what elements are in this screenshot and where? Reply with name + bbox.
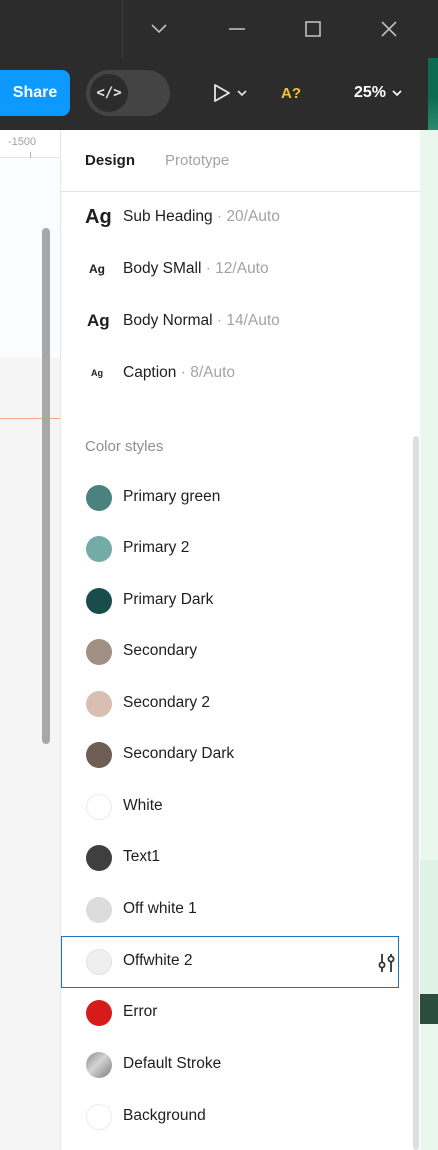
color-swatch [86, 485, 112, 511]
text-style-icon: Ag [91, 368, 103, 378]
present-button[interactable] [200, 70, 260, 116]
text-check-button[interactable]: A? [268, 70, 314, 116]
color-style-name: Secondary 2 [123, 694, 211, 711]
color-style-item[interactable]: Primary green [61, 472, 421, 524]
text-style-meta: · 12/Auto [201, 260, 269, 277]
panel-scrollbar[interactable] [413, 436, 419, 1150]
text-style-icon: Ag [89, 262, 105, 276]
color-swatch [86, 1052, 112, 1078]
color-style-name: Background [123, 1107, 206, 1124]
color-style-item[interactable]: Text1 [61, 832, 421, 884]
color-style-item[interactable]: Primary Dark [61, 575, 421, 627]
color-swatch [86, 588, 112, 614]
text-style-name: Caption [123, 364, 177, 381]
canvas-edge-band [420, 994, 438, 1024]
tab-prototype[interactable]: Prototype [165, 152, 229, 169]
color-style-item[interactable]: Off white 1 [61, 884, 421, 936]
color-style-item[interactable]: Secondary 2 [61, 678, 421, 730]
text-style-name: Body Normal [123, 312, 213, 329]
play-icon [214, 84, 230, 102]
text-style-meta: · 14/Auto [212, 312, 280, 329]
color-swatch [86, 1104, 112, 1130]
title-bar-divider [122, 0, 123, 58]
text-style-meta: · 8/Auto [176, 364, 236, 381]
chevron-down-icon[interactable] [124, 0, 194, 58]
tab-design[interactable]: Design [85, 152, 135, 169]
design-panel: Design Prototype Ag Sub Heading · 20/Aut… [60, 130, 421, 1150]
text-style-name: Body SMall [123, 260, 202, 277]
canvas-edge-preview [428, 58, 438, 130]
zoom-level: 25% [353, 84, 387, 101]
window-title-bar [0, 0, 438, 58]
chevron-down-icon [237, 90, 247, 96]
color-style-item[interactable]: Error [61, 987, 421, 1039]
share-button[interactable]: Share [0, 70, 70, 116]
color-style-name: Offwhite 2 [123, 952, 193, 969]
canvas-guide-line [0, 418, 60, 419]
canvas-scrollbar[interactable] [42, 228, 50, 744]
canvas-frame [0, 158, 60, 358]
ruler-label: -1500 [8, 136, 37, 148]
text-style-item[interactable]: Ag Caption · 8/Auto [61, 347, 421, 399]
color-styles-heading: Color styles [85, 438, 164, 455]
color-swatch [86, 794, 112, 820]
color-style-item[interactable]: Background [61, 1091, 421, 1143]
color-style-name: Primary green [123, 488, 221, 505]
color-style-name: Primary 2 [123, 539, 190, 556]
color-style-item-selected[interactable]: Offwhite 2 [61, 936, 399, 988]
text-style-item[interactable]: Ag Body SMall · 12/Auto [61, 243, 421, 295]
color-swatch [86, 536, 112, 562]
color-swatch [86, 949, 112, 975]
color-swatch [86, 639, 112, 665]
color-style-name: Secondary [123, 642, 198, 659]
color-style-name: Text1 [123, 848, 161, 865]
chevron-down-icon [392, 90, 402, 96]
text-style-label: Caption · 8/Auto [123, 364, 235, 382]
edit-style-icon[interactable] [375, 951, 399, 975]
text-style-meta: · 20/Auto [212, 208, 280, 225]
zoom-dropdown[interactable]: 25% [338, 70, 418, 116]
color-style-item[interactable]: Secondary Dark [61, 729, 421, 781]
text-style-icon: Ag [85, 205, 112, 228]
color-swatch [86, 897, 112, 923]
color-style-item[interactable]: Default Stroke [61, 1039, 421, 1091]
text-style-label: Body SMall · 12/Auto [123, 260, 269, 278]
color-style-item[interactable]: White [61, 781, 421, 833]
code-icon: </> [90, 74, 128, 112]
text-style-item[interactable]: Ag Sub Heading · 20/Auto [61, 191, 421, 243]
color-style-item[interactable]: Secondary [61, 626, 421, 678]
color-style-name: Off white 1 [123, 900, 197, 917]
color-style-name: White [123, 797, 163, 814]
color-style-name: Secondary Dark [123, 745, 235, 762]
color-style-name: Primary Dark [123, 591, 214, 608]
color-swatch [86, 742, 112, 768]
text-style-label: Body Normal · 14/Auto [123, 312, 280, 330]
canvas-edge-strip [420, 130, 438, 1150]
top-toolbar: Share </> A? 25% [0, 58, 438, 130]
maximize-icon[interactable] [278, 0, 348, 58]
text-style-icon: Ag [87, 311, 110, 330]
text-style-label: Sub Heading · 20/Auto [123, 208, 280, 226]
text-style-name: Sub Heading [123, 208, 213, 225]
color-style-name: Default Stroke [123, 1055, 222, 1072]
minimize-icon[interactable] [202, 0, 272, 58]
dev-mode-toggle[interactable]: </> [86, 70, 170, 116]
color-style-name: Error [123, 1003, 158, 1020]
close-icon[interactable] [354, 0, 424, 58]
color-swatch [86, 845, 112, 871]
canvas-edge-band [420, 860, 438, 994]
text-style-item[interactable]: Ag Body Normal · 14/Auto [61, 295, 421, 347]
color-swatch [86, 1000, 112, 1026]
color-swatch [86, 691, 112, 717]
color-style-item[interactable]: Primary 2 [61, 523, 421, 575]
panel-tabs: Design Prototype [61, 130, 421, 192]
